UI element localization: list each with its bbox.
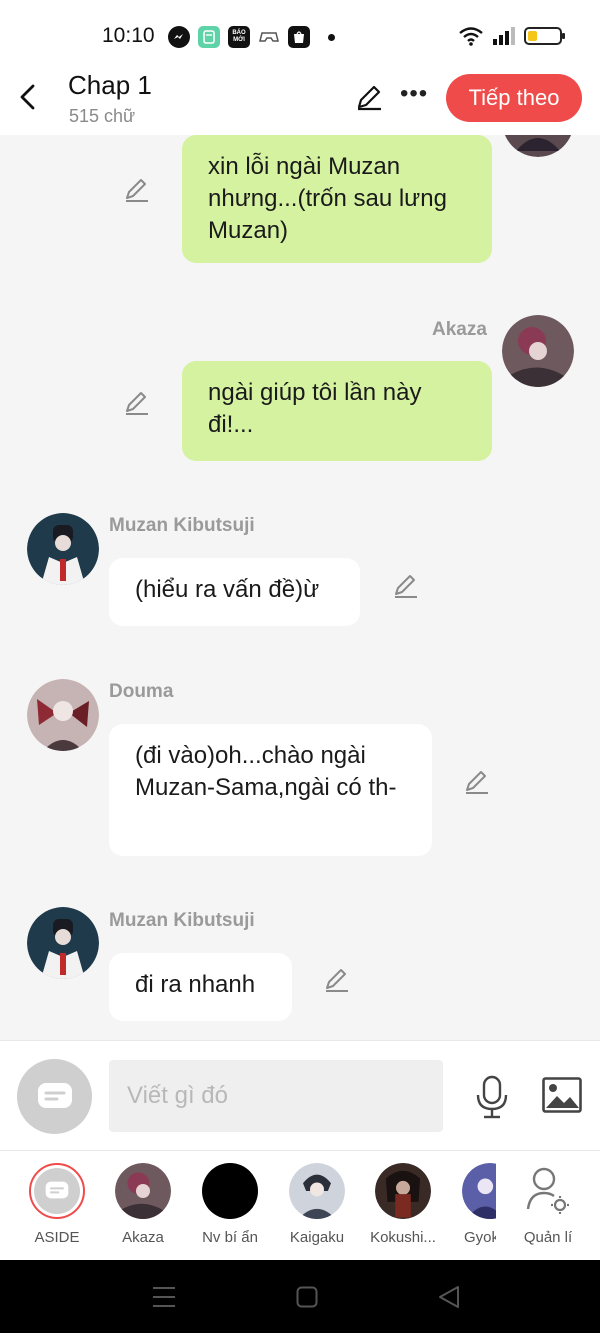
character-kaigaku[interactable]: Kaigaku xyxy=(275,1163,359,1246)
shopee-icon xyxy=(288,26,310,48)
character-label: ASIDE xyxy=(34,1229,80,1246)
chat-bubble-icon xyxy=(45,1181,69,1199)
more-options-icon[interactable]: ••• xyxy=(400,80,428,108)
character-label: Akaza xyxy=(122,1229,164,1246)
status-app-icons: BÁO MỚI xyxy=(168,26,335,48)
message-bubble[interactable]: đi ra nhanh xyxy=(109,953,292,1021)
avatar xyxy=(115,1163,171,1219)
avatar-muzan[interactable] xyxy=(27,907,99,979)
edit-message-icon[interactable] xyxy=(123,175,151,203)
status-right xyxy=(458,26,565,46)
aside-toggle-button[interactable] xyxy=(17,1059,92,1134)
avatar-muzan[interactable] xyxy=(27,513,99,585)
manage-characters-button[interactable]: Quản lí xyxy=(506,1163,590,1246)
message-bubble[interactable]: ngài giúp tôi lần này đi!... xyxy=(182,361,492,461)
character-label: Kaigaku xyxy=(289,1229,345,1246)
character-label: Nv bí ẩn xyxy=(202,1229,258,1246)
sender-name: Muzan Kibutsuji xyxy=(109,910,255,931)
edit-pencil-icon[interactable] xyxy=(354,82,384,112)
aside-avatar xyxy=(29,1163,85,1219)
avatar[interactable] xyxy=(502,135,574,157)
status-time: 10:10 xyxy=(102,24,155,47)
avatar-douma[interactable] xyxy=(27,679,99,751)
chat-bubble-icon xyxy=(37,1082,72,1108)
chapter-title: Chap 1 xyxy=(68,70,152,100)
messenger-icon xyxy=(168,26,190,48)
character-kokushibo[interactable]: Kokushi... xyxy=(361,1163,445,1246)
edit-message-icon[interactable] xyxy=(123,388,151,416)
sender-name: Akaza xyxy=(432,319,487,340)
message-input[interactable] xyxy=(109,1060,443,1132)
chat-area[interactable]: xin lỗi ngài Muzan nhưng...(trốn sau lưn… xyxy=(0,135,600,1040)
sender-name: Muzan Kibutsuji xyxy=(109,515,255,536)
baomoi-icon: BÁO MỚI xyxy=(228,26,250,48)
character-bar: ASIDE Akaza Nv bí ẩn Kaigaku Kokushi... … xyxy=(0,1150,600,1260)
status-bar: 10:10 BÁO MỚI xyxy=(0,0,600,70)
character-label: Kokushi... xyxy=(370,1229,436,1246)
message-bubble[interactable]: (hiểu ra vấn đề)ừ xyxy=(109,558,360,626)
notification-dot-icon xyxy=(328,33,335,41)
edit-message-icon[interactable] xyxy=(323,965,351,993)
system-nav-bar xyxy=(0,1260,600,1333)
avatar-akaza[interactable] xyxy=(502,315,574,387)
input-bar xyxy=(0,1040,600,1150)
home-icon[interactable] xyxy=(296,1286,318,1308)
avatar xyxy=(462,1163,496,1219)
image-icon[interactable] xyxy=(542,1077,582,1113)
manage-users-icon xyxy=(520,1163,576,1219)
game-icon xyxy=(258,26,280,48)
sender-name: Douma xyxy=(109,681,174,702)
word-count: 515 chữ xyxy=(69,106,136,126)
calculator-icon xyxy=(198,26,220,48)
character-mystery[interactable]: Nv bí ẩn xyxy=(188,1163,272,1246)
back-nav-icon[interactable] xyxy=(438,1285,460,1309)
character-label: Quản lí xyxy=(523,1229,573,1246)
message-bubble[interactable]: (đi vào)oh...chào ngài Muzan-Sama,ngài c… xyxy=(109,724,432,856)
app-header: Chap 1 515 chữ ••• Tiếp theo xyxy=(0,70,600,135)
character-akaza[interactable]: Akaza xyxy=(101,1163,185,1246)
character-aside[interactable]: ASIDE xyxy=(15,1163,99,1246)
avatar xyxy=(375,1163,431,1219)
avatar xyxy=(289,1163,345,1219)
microphone-icon[interactable] xyxy=(474,1075,510,1119)
menu-icon[interactable] xyxy=(152,1286,176,1308)
signal-icon xyxy=(493,27,515,45)
wifi-icon xyxy=(459,27,483,46)
edit-message-icon[interactable] xyxy=(392,571,420,599)
back-icon[interactable] xyxy=(14,82,44,112)
character-gyokko[interactable]: Gyok xyxy=(448,1163,496,1246)
next-button[interactable]: Tiếp theo xyxy=(446,74,582,122)
edit-message-icon[interactable] xyxy=(463,767,491,795)
character-label: Gyok xyxy=(464,1229,496,1246)
battery-icon xyxy=(524,27,565,45)
avatar xyxy=(202,1163,258,1219)
message-bubble[interactable]: xin lỗi ngài Muzan nhưng...(trốn sau lưn… xyxy=(182,135,492,263)
